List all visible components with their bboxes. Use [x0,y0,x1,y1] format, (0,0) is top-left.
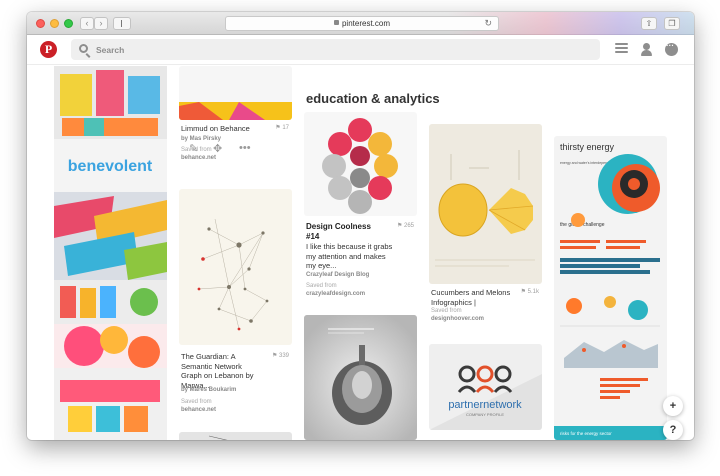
cucumbers-count: ⚑ 5.1k [520,289,539,295]
add-pin-button[interactable]: + [663,396,683,416]
guardian-saved-label: Saved from [181,399,212,405]
cucumbers-saved-label: Saved from [431,308,462,314]
share-button[interactable]: ⇧ [641,17,657,30]
artichoke-image [304,315,417,440]
column2-next-pin[interactable] [179,432,292,440]
messages-icon[interactable] [665,41,678,56]
limmud-saved: Saved from behance.net [181,147,216,162]
design-coolness-count-value: 265 [403,223,414,229]
design-coolness-description: I like this because it grabs my attentio… [306,242,393,270]
pinterest-logo[interactable]: P [40,41,57,58]
limmud-title: Limmud on Behance [181,124,250,133]
partner-network-subtext: COMPANY PROFILE [466,412,504,417]
partner-network-image: partnernetwork COMPANY PROFILE [429,344,542,430]
search-input[interactable] [96,42,576,57]
help-button[interactable]: ? [663,420,683,440]
search-bar[interactable] [71,39,600,60]
limmud-count-value: 17 [282,125,289,131]
design-coolness-author: Crazyleaf Design Blog [306,272,370,278]
reload-icon[interactable]: ↻ [484,17,492,30]
design-coolness-count: ⚑ 265 [396,223,414,229]
sidebar-toggle-button[interactable] [113,17,131,30]
cucumbers-image [429,124,542,284]
show-tabs-button[interactable]: ❐ [664,17,680,30]
collage-image: benevolent [54,66,167,440]
limmud-saved-label: Saved from [181,147,212,153]
guardian-saved: Saved from behance.net [181,399,216,414]
guardian-count-value: 339 [278,353,289,359]
guardian-title: The Guardian: A Semantic Network Graph o… [181,352,254,390]
guardian-image [179,189,292,345]
design-coolness-saved-label: Saved from [306,283,337,289]
limmud-count: ⚑ 17 [275,125,289,131]
pinterest-header: P [27,35,694,65]
screenshot-stage: ‹ › pinterest.com ↻ ⇧ ❐ P Search ··· ben… [0,0,720,476]
partner-network-text: partnernetwork [448,399,522,411]
address-bar-url: pinterest.com [341,19,391,28]
guardian-source: behance.net [181,406,217,413]
limmud-image [179,66,292,120]
forward-button[interactable]: › [94,17,108,30]
search-icon [79,44,88,53]
lock-icon [333,20,339,26]
thirsty-energy-image: thirsty energy energy and water's interd… [554,136,667,440]
close-window-button[interactable] [36,19,45,28]
benevolent-text: benevolent [68,158,153,175]
design-coolness-pin[interactable]: Design Coolness #14 ⚑ 265 I like this be… [304,112,417,302]
minimize-window-button[interactable] [50,19,59,28]
cucumbers-saved: Saved from designhoover.com [431,308,484,323]
zoom-window-button[interactable] [64,19,73,28]
thirsty-title: thirsty energy [560,142,615,152]
address-bar[interactable]: pinterest.com ↻ [225,16,499,31]
guardian-author: by Mares Boukarim [181,387,237,393]
browser-window: ‹ › pinterest.com ↻ ⇧ ❐ P Search ··· ben… [27,12,694,440]
guardian-pin[interactable]: The Guardian: A Semantic Network Graph o… [179,189,292,429]
design-coolness-image [304,112,417,216]
thirsty-caption: risks for the energy sector [560,431,612,436]
collage-pin[interactable]: benevolent [54,66,167,440]
menu-icon[interactable] [615,43,628,56]
partner-network-pin[interactable]: partnernetwork COMPANY PROFILE [429,344,542,430]
cucumbers-title: Cucumbers and Melons Infographics | [431,288,511,307]
artichoke-pin[interactable] [304,315,417,440]
board-title: education & analytics [306,91,440,106]
design-coolness-source: crazyleafdesign.com [306,290,366,297]
back-button[interactable]: ‹ [80,17,94,30]
cucumbers-source: designhoover.com [431,315,485,322]
column2-next-image [179,432,292,440]
cucumbers-pin[interactable]: Cucumbers and Melons Infographics | ⚑ 5.… [429,124,542,334]
limmud-source: behance.net [181,154,217,161]
browser-titlebar: ‹ › pinterest.com ↻ ⇧ ❐ [27,12,694,35]
pin-grid: benevolent ✎ ✥ ••• Limmud on Behance ⚑ 1… [27,66,694,440]
profile-icon[interactable] [640,43,653,56]
limmud-pin[interactable]: Limmud on Behance ⚑ 17 by Mas Pirsky Sav… [179,66,292,180]
cucumbers-count-value: 5.1k [527,289,539,295]
limmud-author: by Mas Pirsky [181,136,222,142]
thirsty-energy-pin[interactable]: thirsty energy energy and water's interd… [554,136,667,440]
design-coolness-title: Design Coolness #14 [306,222,371,241]
guardian-count: ⚑ 339 [271,353,289,359]
design-coolness-saved: Saved from crazyleafdesign.com [306,283,365,298]
